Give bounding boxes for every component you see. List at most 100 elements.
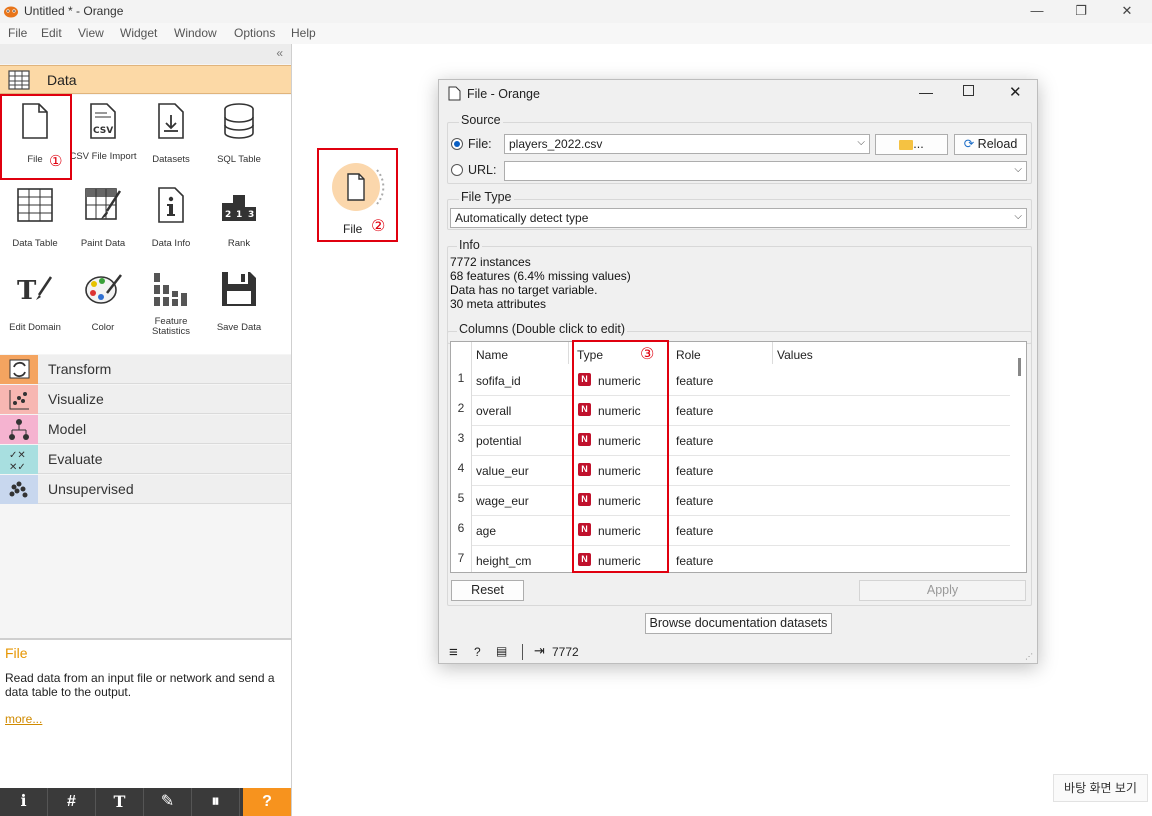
menu-options[interactable]: Options — [234, 26, 275, 40]
widget-sql-table[interactable]: SQL Table — [205, 95, 273, 179]
menu-help[interactable]: Help — [291, 26, 316, 40]
category-label: Model — [48, 421, 87, 437]
canvas-toolbar: ℹ # T ✎ ⏸ ? — [0, 788, 291, 816]
datasets-icon — [158, 103, 184, 139]
menu-file[interactable]: File — [8, 26, 27, 40]
category-evaluate[interactable]: ✓✕ ✕✓ Evaluate — [0, 445, 291, 474]
column-header-role[interactable]: Role — [676, 348, 701, 362]
text-annotation-button[interactable]: T — [96, 788, 144, 816]
orange-logo-icon — [4, 6, 18, 18]
widget-save-data[interactable]: Save Data — [205, 263, 273, 347]
info-icon — [158, 187, 184, 223]
widget-feature-statistics[interactable]: Feature Statistics — [137, 263, 205, 347]
cell-name: sofifa_id — [476, 374, 521, 388]
widget-label: SQL Table — [217, 154, 261, 165]
file-combo-value: players_2022.csv — [509, 137, 603, 151]
browse-button[interactable]: ... — [875, 134, 948, 155]
help-icon[interactable]: ? — [474, 645, 481, 659]
category-unsupervised[interactable]: Unsupervised — [0, 475, 291, 504]
close-button[interactable]: ✕ — [1104, 0, 1150, 23]
url-label: URL: — [468, 163, 497, 177]
table-row[interactable]: age N numeric feature — [472, 516, 1010, 546]
menu-widget[interactable]: Widget — [120, 26, 157, 40]
minimize-button[interactable]: — — [1014, 0, 1060, 23]
cell-name: overall — [476, 404, 512, 418]
chevron-down-icon: ⌵ — [857, 137, 865, 148]
maximize-button[interactable]: ❐ — [1058, 0, 1104, 23]
canvas-file-node[interactable]: File ② — [317, 148, 398, 242]
category-data[interactable]: Data — [0, 65, 291, 94]
category-visualize[interactable]: Visualize — [0, 385, 291, 414]
paint-icon — [85, 188, 122, 220]
description-title: File — [5, 645, 28, 661]
column-header-values[interactable]: Values — [777, 348, 813, 362]
collapse-icon[interactable]: « — [276, 46, 283, 60]
menu-bar: File Edit View Widget Window Options Hel… — [0, 23, 1152, 44]
visualize-icon — [0, 385, 38, 414]
column-divider — [772, 342, 773, 364]
browse-documentation-datasets-button[interactable]: Browse documentation datasets — [645, 613, 832, 634]
dialog-maximize-button[interactable] — [963, 85, 974, 96]
grid-button[interactable]: # — [48, 788, 96, 816]
table-row[interactable]: value_eur N numeric feature — [472, 456, 1010, 486]
widget-label: Data Info — [151, 238, 191, 249]
columns-table[interactable]: Name Type Role Values 1 sofifa_id N nume… — [450, 340, 1027, 573]
cell-role: feature — [676, 554, 714, 568]
menu-edit[interactable]: Edit — [41, 26, 62, 40]
description-more-link[interactable]: more... — [5, 712, 42, 726]
table-scrollbar-thumb[interactable] — [1018, 358, 1021, 376]
widget-color[interactable]: Color — [69, 263, 137, 347]
widget-description-panel: File Read data from an input file or net… — [0, 638, 291, 788]
file-type-combo[interactable]: Automatically detect type ⌵ — [450, 208, 1027, 228]
cell-name: value_eur — [476, 464, 529, 478]
url-radio[interactable] — [451, 164, 463, 176]
transform-icon — [0, 355, 38, 384]
category-label: Evaluate — [48, 451, 103, 467]
table-row[interactable]: wage_eur N numeric feature — [472, 486, 1010, 516]
report-icon[interactable]: ▤ — [496, 644, 507, 658]
column-header-name[interactable]: Name — [476, 348, 508, 362]
reload-button[interactable]: ⟳ Reload — [954, 134, 1027, 155]
table-row[interactable]: height_cm N numeric feature — [472, 546, 1010, 572]
menu-window[interactable]: Window — [174, 26, 217, 40]
category-model[interactable]: Model — [0, 415, 291, 444]
svg-text:T: T — [17, 276, 37, 306]
widget-rank[interactable]: 2 1 3 Rank — [205, 179, 273, 263]
cell-role: feature — [676, 524, 714, 538]
dialog-close-button[interactable]: ✕ — [1009, 83, 1022, 101]
widget-data-table[interactable]: Data Table — [1, 179, 69, 263]
url-combo[interactable]: ⌵ — [504, 161, 1027, 181]
menu-icon[interactable]: ≡ — [449, 644, 458, 661]
edit-domain-icon: T — [17, 276, 53, 306]
info-button[interactable]: ℹ — [0, 788, 48, 816]
info-target: Data has no target variable. — [450, 283, 598, 297]
resize-grip-icon[interactable]: ⋰ — [1025, 652, 1033, 661]
stats-icon — [154, 273, 187, 306]
widget-label: Data Table — [12, 238, 58, 249]
widget-data-info[interactable]: Data Info — [137, 179, 205, 263]
help-button[interactable]: ? — [243, 788, 291, 816]
marker-2: ② — [371, 218, 386, 235]
row-index: 1 — [457, 371, 465, 385]
table-row[interactable]: potential N numeric feature — [472, 426, 1010, 456]
svg-text:CSV: CSV — [93, 126, 113, 136]
pause-button[interactable]: ⏸ — [192, 788, 240, 816]
arrow-annotation-button[interactable]: ✎ — [144, 788, 192, 816]
marker-3: ③ — [640, 346, 655, 363]
row-index: 5 — [457, 491, 465, 505]
widget-edit-domain[interactable]: T Edit Domain — [1, 263, 69, 347]
svg-text:3: 3 — [248, 210, 254, 220]
show-desktop-tooltip[interactable]: 바탕 화면 보기 — [1053, 774, 1148, 802]
file-radio[interactable] — [451, 138, 463, 150]
dialog-minimize-button[interactable]: — — [919, 84, 933, 100]
widget-csv-import[interactable]: CSV CSV File Import — [69, 95, 137, 179]
menu-view[interactable]: View — [78, 26, 104, 40]
file-combo[interactable]: players_2022.csv ⌵ — [504, 134, 870, 154]
apply-button[interactable]: Apply — [859, 580, 1026, 601]
reset-button[interactable]: Reset — [451, 580, 524, 601]
table-row[interactable]: overall N numeric feature — [472, 396, 1010, 426]
widget-datasets[interactable]: Datasets — [137, 95, 205, 179]
table-row[interactable]: sofifa_id N numeric feature — [472, 366, 1010, 396]
category-transform[interactable]: Transform — [0, 355, 291, 384]
widget-paint-data[interactable]: Paint Data — [69, 179, 137, 263]
